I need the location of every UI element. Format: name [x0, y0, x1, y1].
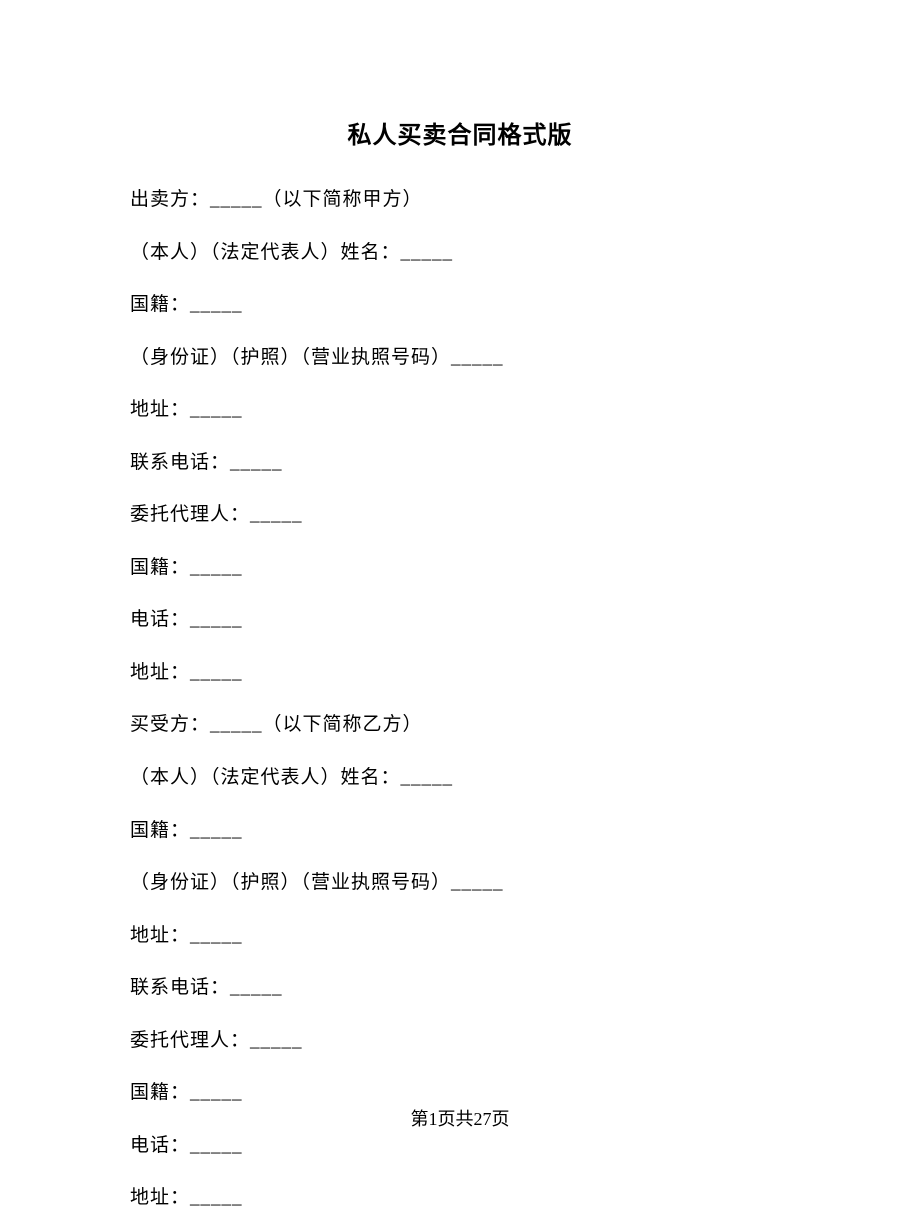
document-title: 私人买卖合同格式版: [130, 115, 790, 150]
buyer-agent-nationality-line: 国籍：_____: [130, 1079, 790, 1107]
buyer-name-line: （本人）（法定代表人）姓名：_____: [130, 764, 790, 792]
buyer-nationality-line: 国籍：_____: [130, 817, 790, 845]
seller-id-line: （身份证）（护照）（营业执照号码）_____: [130, 344, 790, 372]
seller-agent-phone-line: 电话：_____: [130, 606, 790, 634]
seller-agent-nationality-line: 国籍：_____: [130, 554, 790, 582]
buyer-address-line: 地址：_____: [130, 922, 790, 950]
document-page: 私人买卖合同格式版 出卖方：_____（以下简称甲方） （本人）（法定代表人）姓…: [0, 0, 920, 1212]
buyer-agent-line: 委托代理人：_____: [130, 1027, 790, 1055]
seller-agent-address-line: 地址：_____: [130, 659, 790, 687]
seller-address-line: 地址：_____: [130, 396, 790, 424]
seller-phone-line: 联系电话：_____: [130, 449, 790, 477]
seller-agent-line: 委托代理人：_____: [130, 501, 790, 529]
seller-name-line: （本人）（法定代表人）姓名：_____: [130, 239, 790, 267]
buyer-id-line: （身份证）（护照）（营业执照号码）_____: [130, 869, 790, 897]
buyer-line: 买受方：_____（以下简称乙方）: [130, 711, 790, 739]
seller-line: 出卖方：_____（以下简称甲方）: [130, 186, 790, 214]
buyer-phone-line: 联系电话：_____: [130, 974, 790, 1002]
buyer-agent-phone-line: 电话：_____: [130, 1132, 790, 1160]
page-footer: 第1页共27页: [0, 1105, 920, 1131]
seller-nationality-line: 国籍：_____: [130, 291, 790, 319]
buyer-agent-address-line: 地址：_____: [130, 1184, 790, 1212]
